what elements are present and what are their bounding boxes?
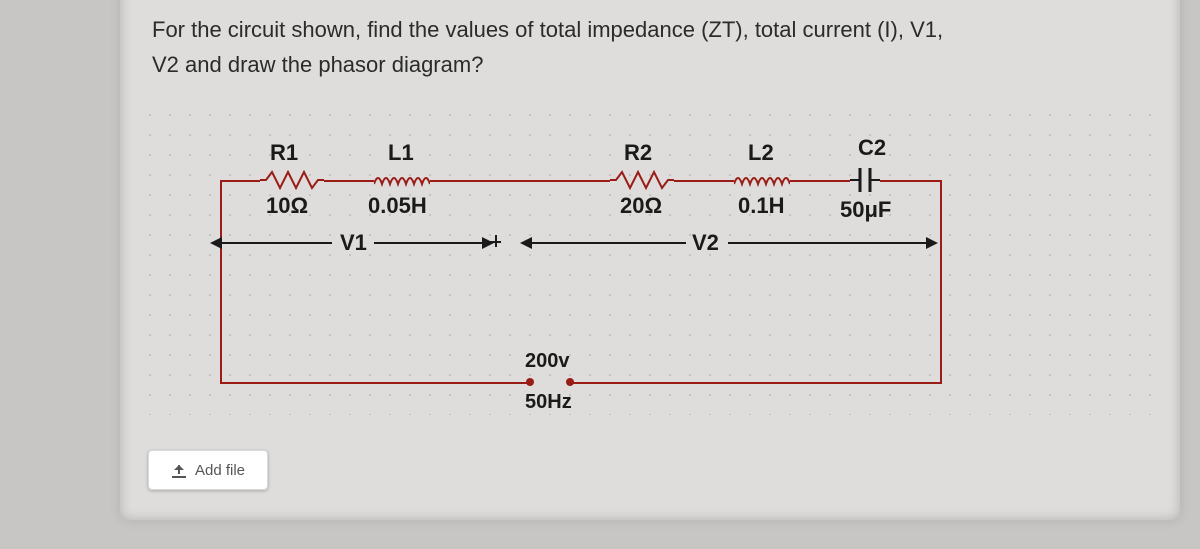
label-l1-name: L1 xyxy=(388,140,414,166)
wire xyxy=(430,180,610,182)
arrow-v1-left xyxy=(210,237,222,249)
arrow-v2-right xyxy=(926,237,938,249)
resistor-r1 xyxy=(260,170,324,190)
source-terminal xyxy=(566,378,574,386)
question-line1: For the circuit shown, find the values o… xyxy=(152,17,943,42)
add-file-label: Add file xyxy=(195,462,245,479)
label-v2: V2 xyxy=(692,230,719,256)
label-source-voltage: 200v xyxy=(525,350,570,373)
arrow-v2-line2 xyxy=(728,242,928,244)
arrow-v2-line xyxy=(532,242,686,244)
wire xyxy=(220,180,260,182)
circuit-diagram: R1 10Ω L1 0.05H R2 20Ω L2 0.1H C2 50μF V… xyxy=(140,105,1160,415)
label-r1-name: R1 xyxy=(270,140,298,166)
question-line2: V2 and draw the phasor diagram? xyxy=(152,52,483,77)
arrow-v1-line2 xyxy=(374,242,484,244)
label-c2-value: 50μF xyxy=(840,197,891,223)
capacitor-c2 xyxy=(850,164,880,196)
wire xyxy=(324,180,374,182)
label-l1-value: 0.05H xyxy=(368,193,427,219)
wire xyxy=(790,180,850,182)
label-c2-name: C2 xyxy=(858,135,886,161)
wire xyxy=(570,382,942,384)
arrow-v2-left xyxy=(520,237,532,249)
label-l2-name: L2 xyxy=(748,140,774,166)
arrow-v1-right xyxy=(482,237,494,249)
upload-icon xyxy=(171,462,187,478)
arrow-v1-line xyxy=(222,242,332,244)
inductor-l2 xyxy=(734,172,790,188)
label-source-frequency: 50Hz xyxy=(525,391,572,414)
wire xyxy=(220,382,530,384)
wire xyxy=(220,180,222,384)
wire xyxy=(940,180,942,384)
resistor-r2 xyxy=(610,170,674,190)
source-terminal xyxy=(526,378,534,386)
add-file-button[interactable]: Add file xyxy=(148,450,268,490)
question-text: For the circuit shown, find the values o… xyxy=(152,12,1052,82)
label-r2-name: R2 xyxy=(624,140,652,166)
label-v1: V1 xyxy=(340,230,367,256)
label-r2-value: 20Ω xyxy=(620,193,662,219)
inductor-l1 xyxy=(374,172,430,188)
wire xyxy=(880,180,940,182)
wire xyxy=(674,180,734,182)
label-r1-value: 10Ω xyxy=(266,193,308,219)
label-l2-value: 0.1H xyxy=(738,193,784,219)
